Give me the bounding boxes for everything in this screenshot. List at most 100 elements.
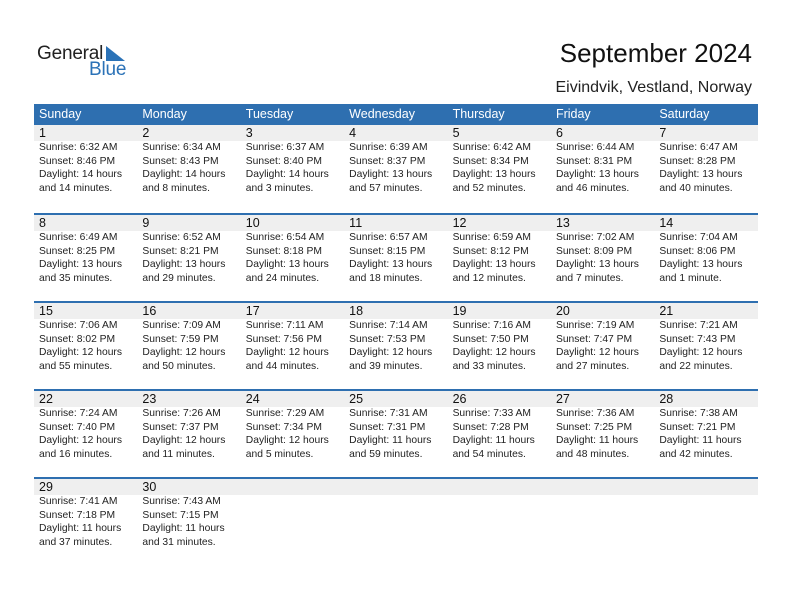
day-cell: 15 Sunrise: 7:06 AM Sunset: 8:02 PM Dayligh… xyxy=(34,303,137,373)
sunset-text: Sunset: 8:21 PM xyxy=(142,245,219,257)
weekday-monday: Monday xyxy=(142,107,187,121)
sunrise-text: Sunrise: 7:24 AM xyxy=(39,408,118,419)
day-cell: 3 Sunrise: 6:37 AM Sunset: 8:40 PM Daylight… xyxy=(241,125,344,195)
sunset-text: Sunset: 7:15 PM xyxy=(142,509,219,521)
weekday-friday: Friday xyxy=(555,107,591,121)
logo-text-blue: Blue xyxy=(89,59,127,80)
daylight-minutes-text: and 7 minutes. xyxy=(555,272,624,284)
week-row: 22 Sunrise: 7:24 AM Sunset: 7:40 PM Dayligh… xyxy=(34,389,758,477)
daylight-text: Daylight: 11 hours xyxy=(142,523,225,535)
day-number: 3 xyxy=(245,126,253,140)
day-cell: 30 Sunrise: 7:43 AM Sunset: 7:15 PM Dayligh… xyxy=(137,479,240,549)
day-cell: 24 Sunrise: 7:29 AM Sunset: 7:34 PM Dayligh… xyxy=(241,391,344,461)
weekday-tuesday: Tuesday xyxy=(245,107,294,121)
sunrise-text: Sunrise: 6:32 AM xyxy=(39,142,118,153)
sunrise-text: Sunrise: 6:57 AM xyxy=(349,232,428,243)
location-subtitle: Eivindvik, Vestland, Norway xyxy=(555,79,752,96)
daylight-minutes-text: and 40 minutes. xyxy=(659,182,733,194)
day-cell: 6 Sunrise: 6:44 AM Sunset: 8:31 PM Daylight… xyxy=(551,125,654,195)
sunset-text: Sunset: 7:37 PM xyxy=(142,421,219,433)
day-number: 4 xyxy=(349,126,357,140)
day-number: 12 xyxy=(452,216,467,230)
day-cell: 23 Sunrise: 7:26 AM Sunset: 7:37 PM Dayligh… xyxy=(137,391,240,461)
empty-day-cell xyxy=(654,479,757,549)
day-number: 1 xyxy=(39,126,46,140)
daylight-text: Daylight: 11 hours xyxy=(349,435,432,447)
day-number: 22 xyxy=(39,392,53,406)
day-number: 15 xyxy=(39,304,53,318)
daylight-text: Daylight: 11 hours xyxy=(452,435,535,447)
daylight-minutes-text: and 52 minutes. xyxy=(452,182,526,194)
daylight-text: Daylight: 13 hours xyxy=(452,169,536,181)
sunrise-text: Sunrise: 7:09 AM xyxy=(142,320,221,331)
weekday-thursday: Thursday xyxy=(452,107,505,121)
daylight-text: Daylight: 12 hours xyxy=(142,435,226,447)
sunrise-text: Sunrise: 6:39 AM xyxy=(349,142,428,153)
daylight-minutes-text: and 39 minutes. xyxy=(349,360,423,372)
empty-day-cell xyxy=(344,479,447,549)
daylight-minutes-text: and 35 minutes. xyxy=(39,272,113,284)
sunrise-text: Sunrise: 6:44 AM xyxy=(555,142,635,153)
calendar-title: September 2024 xyxy=(559,38,752,68)
week-row: 8 Sunrise: 6:49 AM Sunset: 8:25 PM Daylight… xyxy=(34,213,758,301)
sunset-text: Sunset: 7:34 PM xyxy=(245,421,322,433)
daylight-minutes-text: and 44 minutes. xyxy=(245,360,320,372)
daylight-minutes-text: and 33 minutes. xyxy=(452,360,526,372)
day-cell: 29 Sunrise: 7:41 AM Sunset: 7:18 PM Dayligh… xyxy=(34,479,137,549)
day-number: 9 xyxy=(142,216,150,230)
daylight-minutes-text: and 37 minutes. xyxy=(39,536,113,548)
daylight-minutes-text: and 24 minutes. xyxy=(245,272,320,284)
empty-day-cell xyxy=(551,479,654,549)
sunset-text: Sunset: 7:25 PM xyxy=(555,421,633,433)
generalblue-logo: General Blue xyxy=(37,43,137,83)
daylight-text: Daylight: 13 hours xyxy=(39,259,122,271)
daylight-text: Daylight: 13 hours xyxy=(349,169,433,181)
daylight-minutes-text: and 50 minutes. xyxy=(142,360,216,372)
weekday-sunday: Sunday xyxy=(39,107,82,121)
sunset-text: Sunset: 7:56 PM xyxy=(245,333,322,345)
day-number: 18 xyxy=(349,304,364,318)
day-cell: 1 Sunrise: 6:32 AM Sunset: 8:46 PM Daylight… xyxy=(34,125,137,195)
week-row: 1 Sunrise: 6:32 AM Sunset: 8:46 PM Daylight… xyxy=(34,125,758,213)
day-number: 29 xyxy=(39,480,53,494)
sunrise-text: Sunrise: 7:06 AM xyxy=(39,320,118,331)
sunrise-text: Sunrise: 7:31 AM xyxy=(349,408,428,419)
day-cell: 19 Sunrise: 7:16 AM Sunset: 7:50 PM Dayligh… xyxy=(448,303,551,373)
daylight-text: Daylight: 13 hours xyxy=(555,259,639,271)
sunrise-text: Sunrise: 6:34 AM xyxy=(142,142,221,153)
day-cell: 27 Sunrise: 7:36 AM Sunset: 7:25 PM Dayligh… xyxy=(551,391,654,461)
day-number: 5 xyxy=(452,126,460,140)
sunset-text: Sunset: 8:09 PM xyxy=(555,245,633,257)
day-cell: 14 Sunrise: 7:04 AM Sunset: 8:06 PM Dayligh… xyxy=(654,215,757,285)
daylight-text: Daylight: 12 hours xyxy=(39,435,122,447)
weekday-header: Sunday Monday Tuesday Wednesday Thursday Frid… xyxy=(34,104,758,125)
sunrise-text: Sunrise: 6:54 AM xyxy=(245,232,325,243)
day-number: 26 xyxy=(452,392,467,406)
sunset-text: Sunset: 8:12 PM xyxy=(452,245,529,257)
day-number: 2 xyxy=(142,126,150,140)
sunrise-text: Sunrise: 6:42 AM xyxy=(452,142,531,153)
sunrise-text: Sunrise: 7:33 AM xyxy=(452,408,531,419)
day-number: 23 xyxy=(142,392,157,406)
daylight-text: Daylight: 12 hours xyxy=(245,347,329,359)
sunset-text: Sunset: 7:21 PM xyxy=(659,421,736,433)
day-cell: 17 Sunrise: 7:11 AM Sunset: 7:56 PM Dayligh… xyxy=(241,303,344,373)
sunrise-text: Sunrise: 6:52 AM xyxy=(142,232,221,243)
day-number: 6 xyxy=(555,126,563,140)
sunset-text: Sunset: 8:31 PM xyxy=(555,155,633,167)
day-number: 24 xyxy=(245,392,260,406)
day-cell: 16 Sunrise: 7:09 AM Sunset: 7:59 PM Dayligh… xyxy=(137,303,240,373)
sunrise-text: Sunrise: 6:49 AM xyxy=(39,232,118,243)
sunrise-text: Sunrise: 7:19 AM xyxy=(555,320,635,331)
sunset-text: Sunset: 8:18 PM xyxy=(245,245,322,257)
sunrise-text: Sunrise: 7:41 AM xyxy=(39,496,118,507)
day-number: 28 xyxy=(659,392,674,406)
week-row: 15 Sunrise: 7:06 AM Sunset: 8:02 PM Dayligh… xyxy=(34,301,758,389)
sunset-text: Sunset: 8:06 PM xyxy=(659,245,736,257)
weekday-wednesday: Wednesday xyxy=(349,107,415,121)
day-number: 14 xyxy=(659,216,674,230)
sunset-text: Sunset: 8:02 PM xyxy=(39,333,116,345)
sunset-text: Sunset: 8:34 PM xyxy=(452,155,529,167)
daylight-text: Daylight: 14 hours xyxy=(39,169,122,181)
week-row: 29 Sunrise: 7:41 AM Sunset: 7:18 PM Dayligh… xyxy=(34,477,758,565)
